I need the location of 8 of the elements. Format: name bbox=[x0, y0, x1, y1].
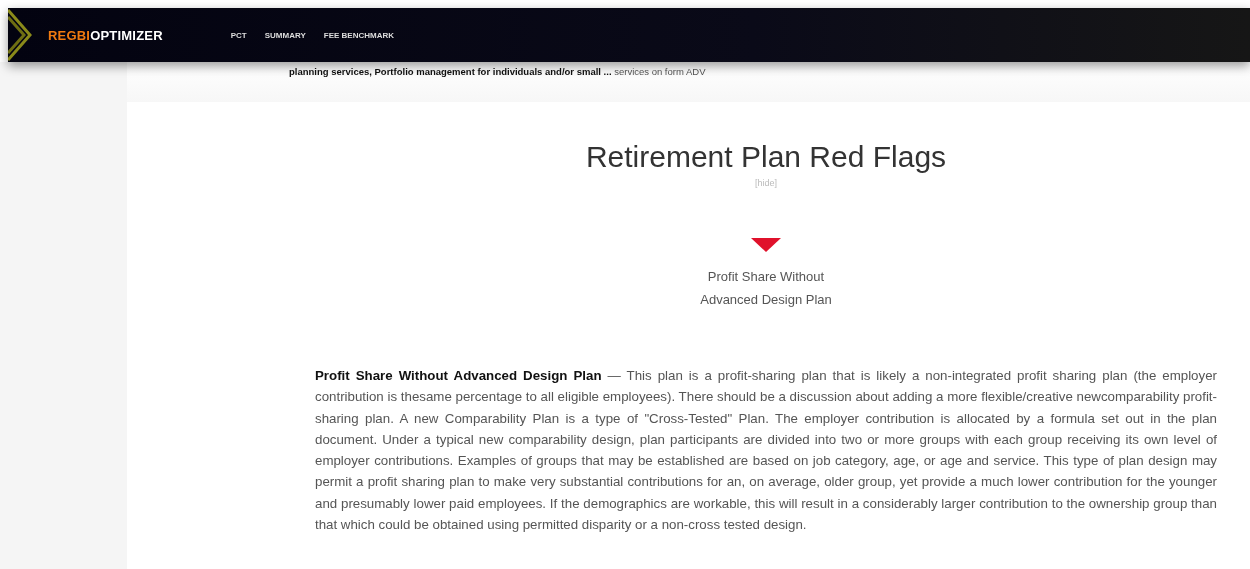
nav-link[interactable]: FEE BENCHMARK bbox=[323, 30, 395, 40]
flag-label: Profit Share Without Advanced Design Plan bbox=[699, 268, 833, 309]
app-logo[interactable]: REGBIOPTIMIZER bbox=[48, 27, 163, 43]
section-title: Retirement Plan Red Flags bbox=[585, 140, 947, 174]
nav-link[interactable]: PCT bbox=[230, 30, 247, 40]
nav-link[interactable]: SUMMARY bbox=[264, 30, 306, 40]
triangle-marker-icon bbox=[751, 238, 781, 252]
description-paragraph: Profit Share Without Advanced Design Plan — This plan is a profit-sharing plan that is likely a non-integrated profit sharing plan (the employer contribution is thesame percentage to all eligible employees). There should be a discussion about adding a more flexible/creative newcomparability profit-sharing plan. A new Comparability Plan is a type of "Cross-Tested" Plan. The employer contribution is allocated by a formula set out in the plan document. Under a typical new comparability design, plan participants are divided into two or more groups with each group receiving its own level of employer contributions. Examples of groups that may be established are based on job category, age, or age and service. This type of plan design may permit a profit sharing plan to make very substantial contributions for an, on average, older group, yet provide a much lower contribution for the younger and presumably lower paid employees. If the demographics are workable, this will result in a considerably larger contribution to the ownership group than that which could be obtained using permitted disparity or a non-cross tested design. bbox=[315, 367, 1217, 535]
